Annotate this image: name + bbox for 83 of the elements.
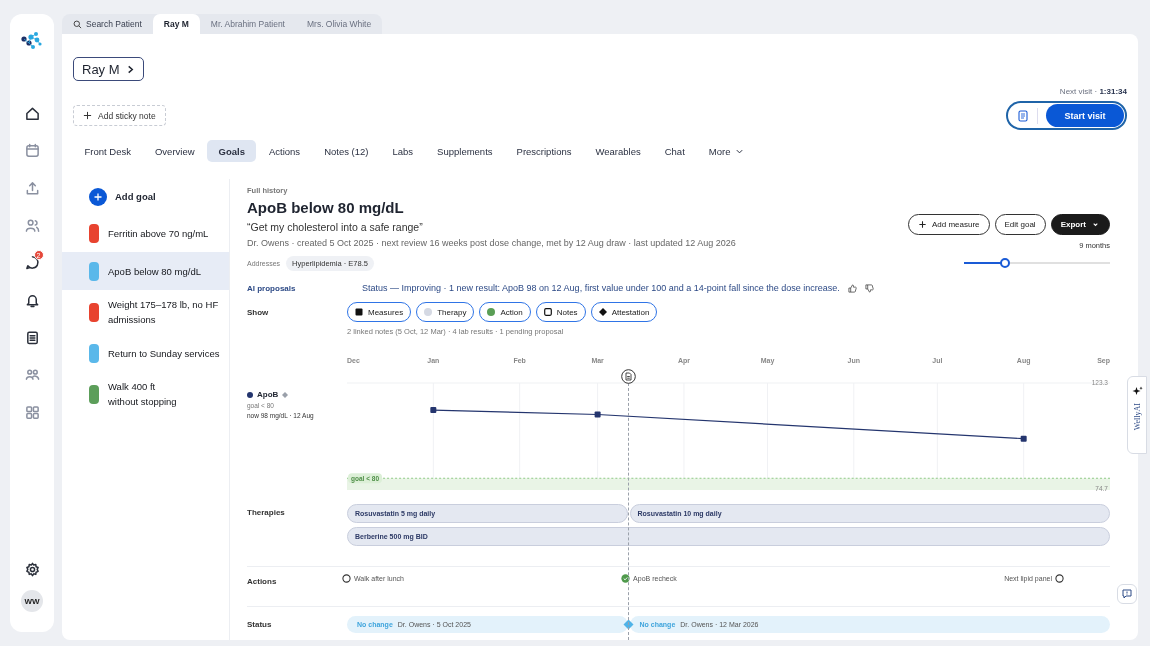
nav-tab[interactable]: Goals [207, 140, 257, 162]
thumbs-down-icon[interactable] [864, 283, 874, 293]
plus-icon [83, 111, 92, 120]
measure-icon [355, 308, 363, 316]
goal-label: Return to Sunday services [108, 346, 220, 361]
show-label: Show [247, 307, 270, 317]
filter-toggle[interactable]: Notes [535, 302, 586, 322]
upload-icon[interactable] [24, 180, 40, 196]
data-point [1020, 435, 1027, 442]
nav-tab[interactable]: Supplements [425, 140, 505, 162]
nav-tab[interactable]: Prescriptions [505, 140, 583, 162]
assistant-tab[interactable]: WellyAI [1127, 376, 1147, 454]
plus-icon [917, 220, 927, 229]
row-label: Status [247, 619, 273, 631]
edit-goal-button[interactable]: Edit goal [994, 214, 1046, 235]
goal-details: Dr. Owens · created 5 Oct 2025 · next review 16 weeks post dose change, met by 12 Aug draw · last updated 12 Aug 2026 [247, 237, 736, 250]
ai-proposals-label: AI proposals [247, 283, 297, 293]
nav-tab[interactable]: Front Desk [73, 140, 143, 162]
group-icon[interactable] [24, 367, 40, 383]
calendar-icon[interactable] [24, 143, 40, 159]
start-visit-button[interactable]: Start visit [1046, 104, 1124, 127]
goal-item[interactable]: Return to Sunday services [62, 334, 229, 372]
add-goal-button[interactable]: Add goal [62, 179, 229, 214]
goal-item[interactable]: Walk 400 ft without stopping [62, 372, 229, 416]
add-sticky-note-button[interactable]: Add sticky note [73, 105, 166, 126]
clipboard-icon[interactable] [24, 329, 40, 345]
settings-icon[interactable] [24, 562, 40, 577]
search-icon [73, 19, 82, 29]
filter-toggle[interactable]: Therapy [416, 302, 475, 322]
nav-tab[interactable]: More [697, 140, 756, 162]
add-measure-button[interactable]: Add measure [907, 214, 990, 235]
diamond-icon [623, 619, 635, 630]
diamond-icon [282, 391, 289, 398]
ai-proposal-text: Status — Improving · 1 new result: ApoB 98 on 12 Aug, first value under 100 and a 14-point fall since the dose increase. [362, 283, 840, 293]
grid-icon[interactable] [24, 404, 40, 420]
goal-label: Weight 175–178 lb, no HF admissions [108, 298, 220, 327]
data-point [430, 407, 437, 414]
measure-name: ApoB [257, 390, 279, 399]
goal-item[interactable]: Ferritin above 70 ng/mL [62, 214, 229, 252]
patient-name-button[interactable]: Ray M [73, 57, 144, 81]
bell-icon[interactable] [24, 292, 40, 308]
feedback-button[interactable] [1117, 584, 1137, 604]
filter-toggle[interactable]: Action [479, 302, 531, 322]
thumbs-up-icon[interactable] [847, 283, 857, 293]
feedback-icon [1122, 589, 1132, 599]
goal-item[interactable]: ApoB below 80 mg/dL [62, 252, 229, 290]
goal-label: Walk 400 ft without stopping [108, 380, 177, 409]
slider-thumb[interactable] [999, 258, 1010, 268]
assistant-label: WellyAI [1132, 403, 1142, 431]
nav-tab[interactable]: Overview [143, 140, 207, 162]
nav-tab[interactable]: Notes (12) [312, 140, 380, 162]
add-circle-icon [89, 187, 107, 206]
goal-item[interactable]: Weight 175–178 lb, no HF admissions [62, 290, 229, 334]
patient-tab[interactable]: Mr. Abrahim Patient [199, 14, 296, 34]
row-label: Actions [247, 576, 278, 588]
people-icon[interactable] [24, 218, 40, 234]
dot-icon [424, 308, 433, 316]
nav-tab[interactable]: Labs [381, 140, 425, 162]
square-outline-icon [543, 308, 552, 316]
nav-tab[interactable]: Chat [653, 140, 697, 162]
patient-tab[interactable]: Ray M [152, 14, 200, 34]
goal-label: Ferritin above 70 ng/mL [108, 226, 209, 241]
home-icon[interactable] [24, 106, 40, 122]
patient-tab[interactable]: Mrs. Olivia White [296, 14, 383, 34]
search-patient-tab[interactable]: Search Patient [62, 14, 153, 34]
data-point [594, 411, 601, 418]
document-icon[interactable] [1017, 109, 1029, 122]
goal-title: ApoB below 80 mg/dL [247, 198, 405, 218]
nav-tab[interactable]: Wearables [583, 140, 653, 162]
row-label: Therapies [247, 507, 286, 519]
goal-quote: “Get my cholesterol into a safe range” [247, 220, 424, 234]
dot-icon [487, 308, 496, 316]
note-marker-icon [621, 369, 637, 384]
sparkle-icon [1131, 386, 1143, 397]
diamond-icon [598, 308, 607, 316]
filter-toggle[interactable]: Attestation [590, 302, 658, 322]
export-button[interactable]: Export [1050, 214, 1110, 235]
user-avatar[interactable]: WW [21, 590, 43, 612]
goal-label: ApoB below 80 mg/dL [108, 264, 201, 279]
next-visit-countdown: Next visit · 1:31:34 [1059, 87, 1127, 97]
filter-toggle[interactable]: Measures [347, 302, 412, 322]
chevron-down-icon [1091, 220, 1100, 229]
nav-tab[interactable]: Actions [257, 140, 312, 162]
